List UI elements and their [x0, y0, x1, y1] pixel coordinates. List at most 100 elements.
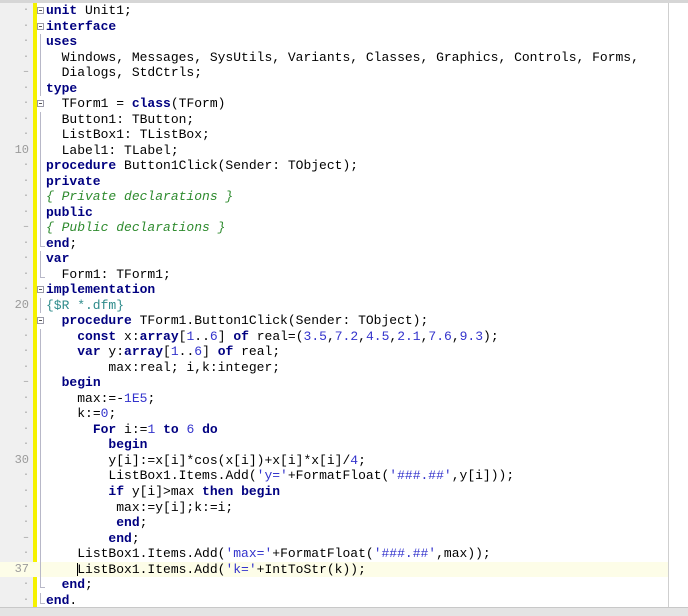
line-number: – — [22, 67, 29, 79]
code-content: type — [46, 81, 77, 97]
literal: '###.##' — [389, 468, 452, 484]
line-number: · — [22, 284, 29, 296]
code-line[interactable]: · unit Unit1; — [0, 3, 668, 19]
fold-collapse-icon[interactable] — [37, 317, 44, 325]
code-content: { Public declarations } — [46, 220, 225, 236]
code-line[interactable]: · procedure Button1Click(Sender: TObject)… — [0, 158, 668, 174]
code-content: procedure TForm1.Button1Click(Sender: TO… — [46, 313, 429, 329]
code-line[interactable]: · var — [0, 251, 668, 267]
code-content: Button1: TButton; — [46, 112, 195, 128]
keyword: var — [46, 251, 70, 267]
code-line[interactable]: · Button1: TButton; — [0, 111, 668, 128]
code-line[interactable]: 10 Label1: TLabel; — [0, 142, 668, 159]
keyword: begin — [61, 375, 101, 391]
code-editor[interactable]: · unit Unit1; · interface · uses · Windows, Me… — [0, 3, 668, 608]
code-line[interactable]: · interface — [0, 19, 668, 35]
code-line[interactable]: · procedure TForm1.Button1Click(Sender: … — [0, 313, 668, 329]
code-line[interactable]: · var y:array[1..6] of real; — [0, 344, 668, 360]
keyword: implementation — [46, 282, 156, 298]
line-number: 37 — [14, 561, 29, 576]
code-line[interactable]: · uses — [0, 34, 668, 50]
code-line[interactable]: · private — [0, 173, 668, 190]
code-line[interactable]: · implementation — [0, 282, 668, 298]
code-line[interactable]: 20 {$R *.dfm} — [0, 297, 668, 314]
code-line[interactable]: 30 y[i]:=x[i]*cos(x[i])+x[i]*x[i]/4; — [0, 452, 668, 469]
code-text: ; — [131, 530, 140, 546]
code-line[interactable]: – end; — [0, 530, 668, 547]
keyword: then — [202, 483, 234, 499]
fold-collapse-icon[interactable] — [37, 100, 44, 108]
code-text: ,max)); — [436, 546, 491, 562]
keyword: unit — [46, 3, 78, 18]
fold-collapse-icon[interactable] — [37, 7, 44, 14]
line-number: · — [22, 206, 29, 218]
fold-guide-line — [40, 49, 41, 66]
code-line[interactable]: · max:real; i,k:integer; — [0, 359, 668, 376]
code-line[interactable]: · k:=0; — [0, 406, 668, 422]
code-line[interactable]: – { Public declarations } — [0, 220, 668, 236]
code-content: Windows, Messages, SysUtils, Variants, C… — [46, 50, 639, 66]
code-line[interactable]: · { Private declarations } — [0, 189, 668, 205]
code-line[interactable]: – Dialogs, StdCtrls; — [0, 65, 668, 81]
code-line[interactable]: · const x:array[1..6] of real=(3.5,7.2,4… — [0, 328, 668, 345]
code-line[interactable]: · begin — [0, 437, 668, 453]
fold-collapse-icon[interactable] — [37, 286, 44, 294]
literal: 4 — [350, 452, 359, 468]
code-line[interactable]: – begin — [0, 375, 668, 391]
code-line[interactable]: · end; — [0, 515, 668, 531]
line-number: · — [22, 517, 29, 529]
code-line[interactable]: · TForm1 = class(TForm) — [0, 96, 668, 112]
fold-guide-line — [40, 204, 41, 221]
keyword: interface — [46, 18, 117, 34]
code-content: var y:array[1..6] of real; — [46, 344, 280, 360]
code-line[interactable]: · type — [0, 80, 668, 97]
literal: 'k=' — [225, 561, 257, 577]
code-line[interactable]: · public — [0, 204, 668, 221]
line-number: · — [22, 470, 29, 482]
code-line[interactable]: · ListBox1: TListBox; — [0, 127, 668, 143]
fold-guide-line — [40, 158, 41, 174]
code-content: end; — [46, 515, 147, 531]
code-line[interactable]: · Form1: TForm1; — [0, 266, 668, 283]
fold-guide-line — [40, 328, 41, 345]
code-text: x: — [116, 328, 140, 344]
literal: 6 — [194, 344, 203, 360]
code-line[interactable]: · Windows, Messages, SysUtils, Variants,… — [0, 49, 668, 66]
code-content: end; — [46, 236, 77, 252]
code-content: For i:=1 to 6 do — [46, 422, 218, 438]
code-content: max:real; i,k:integer; — [46, 360, 280, 376]
code-line[interactable]: · max:=y[i];k:=i; — [0, 499, 668, 516]
fold-guide-line — [40, 375, 41, 391]
fold-guide-line — [40, 127, 41, 143]
code-line[interactable]: · end; — [0, 235, 668, 252]
code-text: ; — [147, 390, 156, 406]
code-line[interactable]: · For i:=1 to 6 do — [0, 421, 668, 438]
fold-guide-line — [40, 530, 41, 547]
code-content: private — [46, 174, 101, 190]
fold-guide-line — [40, 515, 41, 531]
fold-guide-line — [40, 142, 41, 159]
fold-guide-line — [40, 251, 41, 267]
fold-end-marker — [40, 577, 45, 589]
code-line[interactable]: · ListBox1.Items.Add('y='+FormatFloat('#… — [0, 468, 668, 484]
code-content: public — [46, 205, 93, 221]
code-content: y[i]:=x[i]*cos(x[i])+x[i]*x[i]/4; — [46, 452, 365, 469]
code-line[interactable]: · end; — [0, 577, 668, 593]
fold-collapse-icon[interactable] — [37, 22, 44, 30]
code-line[interactable]: · ListBox1.Items.Add('max='+FormatFloat(… — [0, 546, 668, 562]
code-line[interactable]: · if y[i]>max then begin — [0, 483, 668, 500]
keyword: array — [124, 344, 164, 360]
code-line[interactable]: · max:=-1E5; — [0, 390, 668, 407]
code-line[interactable]: 37 ListBox1.Items.Add('k='+IntToStr(k)); — [0, 561, 668, 578]
fold-guide-line — [40, 34, 41, 50]
literal: 'y=' — [256, 468, 288, 484]
code-line[interactable]: · end. — [0, 592, 668, 609]
keyword: end — [61, 577, 86, 593]
line-number: · — [22, 82, 29, 94]
